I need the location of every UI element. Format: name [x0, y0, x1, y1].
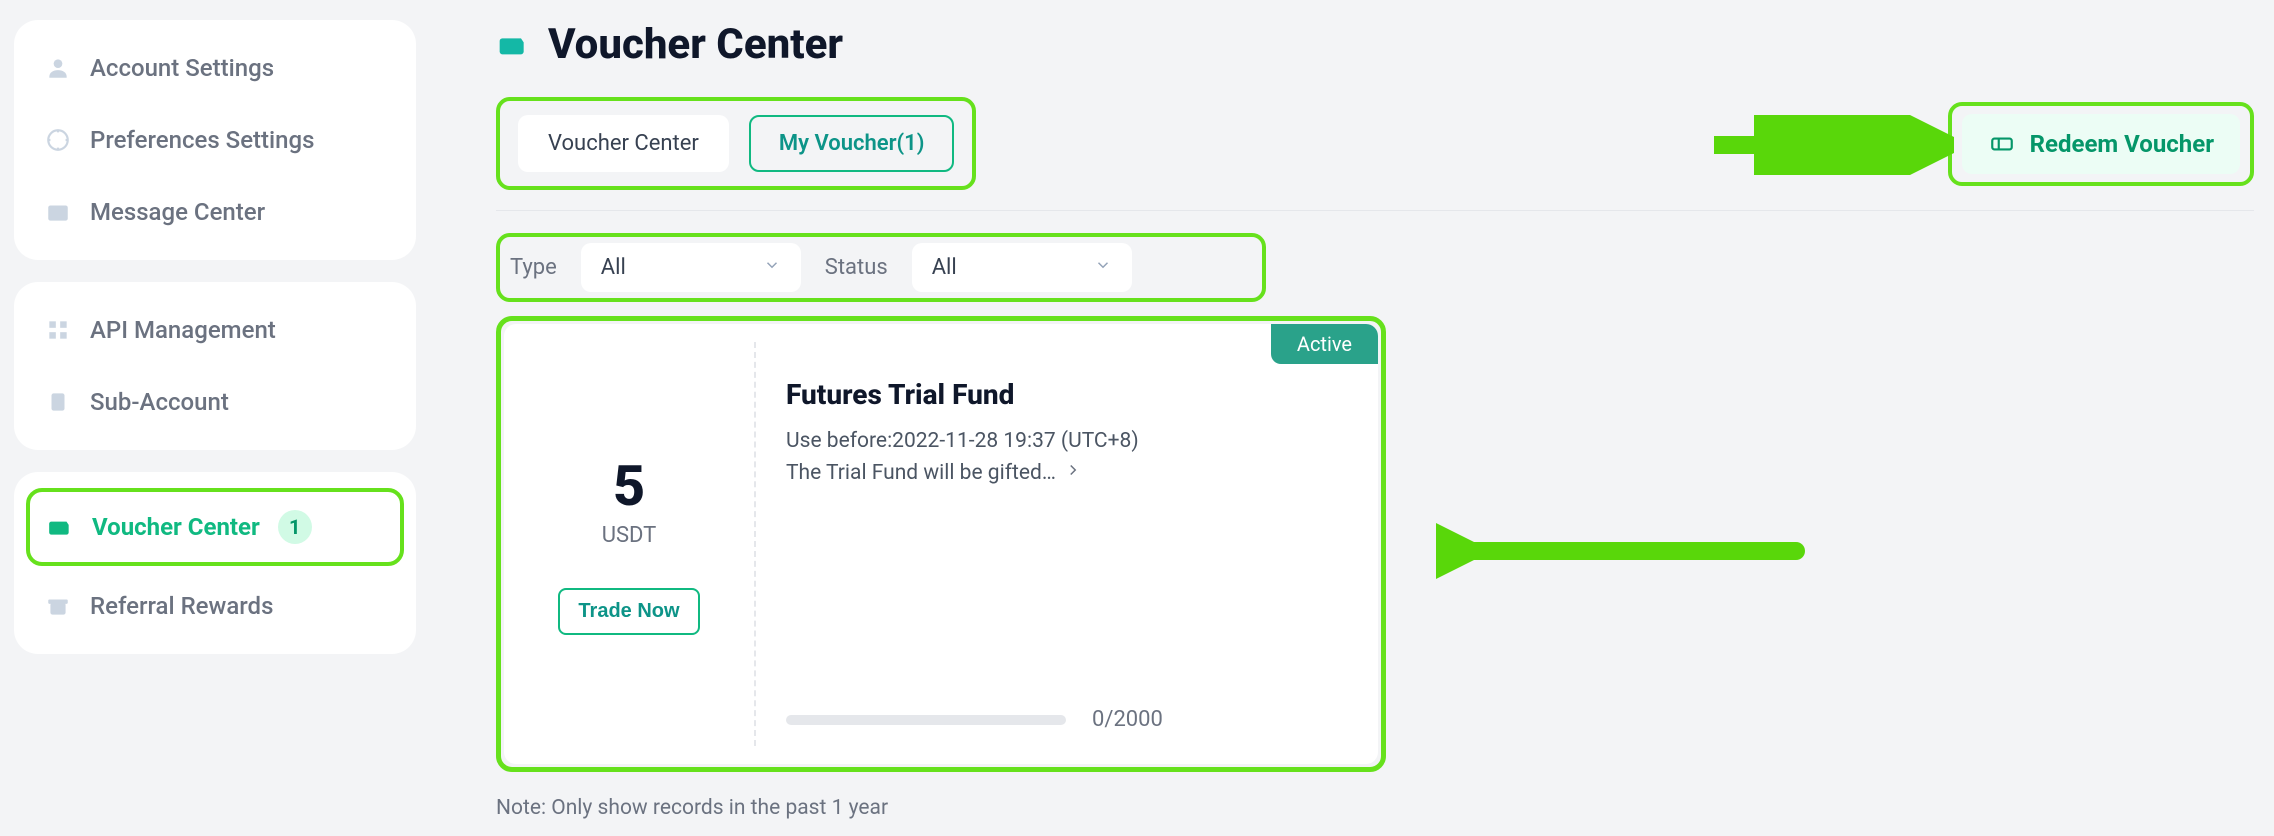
wallet-icon: [46, 513, 74, 541]
sidebar-item-sub-account[interactable]: Sub-Account: [14, 366, 416, 438]
voucher-description: The Trial Fund will be gifted…: [786, 461, 1056, 485]
inbox-icon: [44, 198, 72, 226]
status-badge: Active: [1271, 324, 1378, 364]
voucher-card-highlight: 5 USDT Trade Now Active Futures Trial Fu…: [496, 316, 1386, 772]
user-icon: [44, 54, 72, 82]
grid-icon: [44, 316, 72, 344]
sidebar-item-label: Referral Rewards: [90, 592, 273, 620]
filter-status-label: Status: [825, 255, 888, 280]
sidebar-group-api: API Management Sub-Account: [14, 282, 416, 450]
chevron-down-icon: [763, 255, 781, 280]
sidebar-item-label: API Management: [90, 316, 276, 344]
sidebar-item-message-center[interactable]: Message Center: [14, 176, 416, 248]
voucher-title: Futures Trial Fund: [786, 378, 1348, 411]
sidebar-item-label: Preferences Settings: [90, 126, 314, 154]
voucher-card-left: 5 USDT Trade Now: [504, 324, 754, 764]
voucher-amount: 5: [613, 453, 645, 519]
arrow-left-annotation: [1436, 516, 1816, 586]
sidebar-item-preferences-settings[interactable]: Preferences Settings: [14, 104, 416, 176]
voucher-card-right: Active Futures Trial Fund Use before:202…: [756, 324, 1378, 764]
filter-type-label: Type: [510, 255, 557, 280]
voucher-card: 5 USDT Trade Now Active Futures Trial Fu…: [504, 324, 1378, 764]
sidebar-badge: 1: [278, 510, 312, 544]
chevron-right-icon: [1064, 461, 1082, 485]
page-title-row: Voucher Center: [496, 20, 2254, 69]
filter-status-value: All: [932, 255, 957, 280]
sidebar-item-label: Message Center: [90, 198, 265, 226]
filter-type-value: All: [601, 255, 626, 280]
tab-voucher-center[interactable]: Voucher Center: [518, 115, 729, 172]
redeem-label: Redeem Voucher: [2030, 130, 2214, 158]
voucher-progress-row: 0/2000: [786, 707, 1348, 744]
gift-icon: [44, 592, 72, 620]
voucher-description-row[interactable]: The Trial Fund will be gifted…: [786, 461, 1348, 485]
sidebar-group-voucher: Voucher Center 1 Referral Rewards: [14, 472, 416, 654]
filter-status-select[interactable]: All: [912, 243, 1132, 292]
sliders-icon: [44, 126, 72, 154]
voucher-unit: USDT: [602, 523, 657, 548]
voucher-use-before: Use before:2022-11-28 19:37 (UTC+8): [786, 429, 1348, 453]
redeem-voucher-button[interactable]: Redeem Voucher: [1962, 114, 2240, 174]
sidebar-item-label: Sub-Account: [90, 388, 229, 416]
sidebar-item-api-management[interactable]: API Management: [14, 294, 416, 366]
footer-note: Note: Only show records in the past 1 ye…: [496, 796, 2254, 820]
sidebar: Account Settings Preferences Settings Me…: [14, 20, 416, 816]
sidebar-item-label: Voucher Center: [92, 513, 260, 541]
sidebar-item-label: Account Settings: [90, 54, 274, 82]
main-content: Voucher Center Voucher Center My Voucher…: [416, 20, 2254, 816]
filter-type-select[interactable]: All: [581, 243, 801, 292]
clipboard-icon: [44, 388, 72, 416]
arrow-right-annotation: [1714, 115, 1954, 175]
tabs-highlight: Voucher Center My Voucher(1): [496, 97, 976, 190]
sidebar-item-account-settings[interactable]: Account Settings: [14, 32, 416, 104]
voucher-progress-text: 0/2000: [1092, 707, 1163, 732]
ticket-icon: [1988, 130, 2016, 158]
page-title: Voucher Center: [548, 20, 843, 69]
sidebar-group-account: Account Settings Preferences Settings Me…: [14, 20, 416, 260]
redeem-highlight: Redeem Voucher: [1948, 102, 2254, 186]
wallet-icon: [496, 28, 530, 62]
sidebar-item-voucher-center[interactable]: Voucher Center 1: [26, 488, 404, 566]
top-row: Voucher Center My Voucher(1) Redeem Vouc…: [496, 97, 2254, 211]
chevron-down-icon: [1094, 255, 1112, 280]
filters-highlight: Type All Status All: [496, 233, 1266, 302]
sidebar-item-referral-rewards[interactable]: Referral Rewards: [14, 570, 416, 642]
voucher-progress-bar: [786, 715, 1066, 725]
trade-now-button[interactable]: Trade Now: [558, 588, 699, 635]
tab-my-voucher[interactable]: My Voucher(1): [749, 115, 955, 172]
